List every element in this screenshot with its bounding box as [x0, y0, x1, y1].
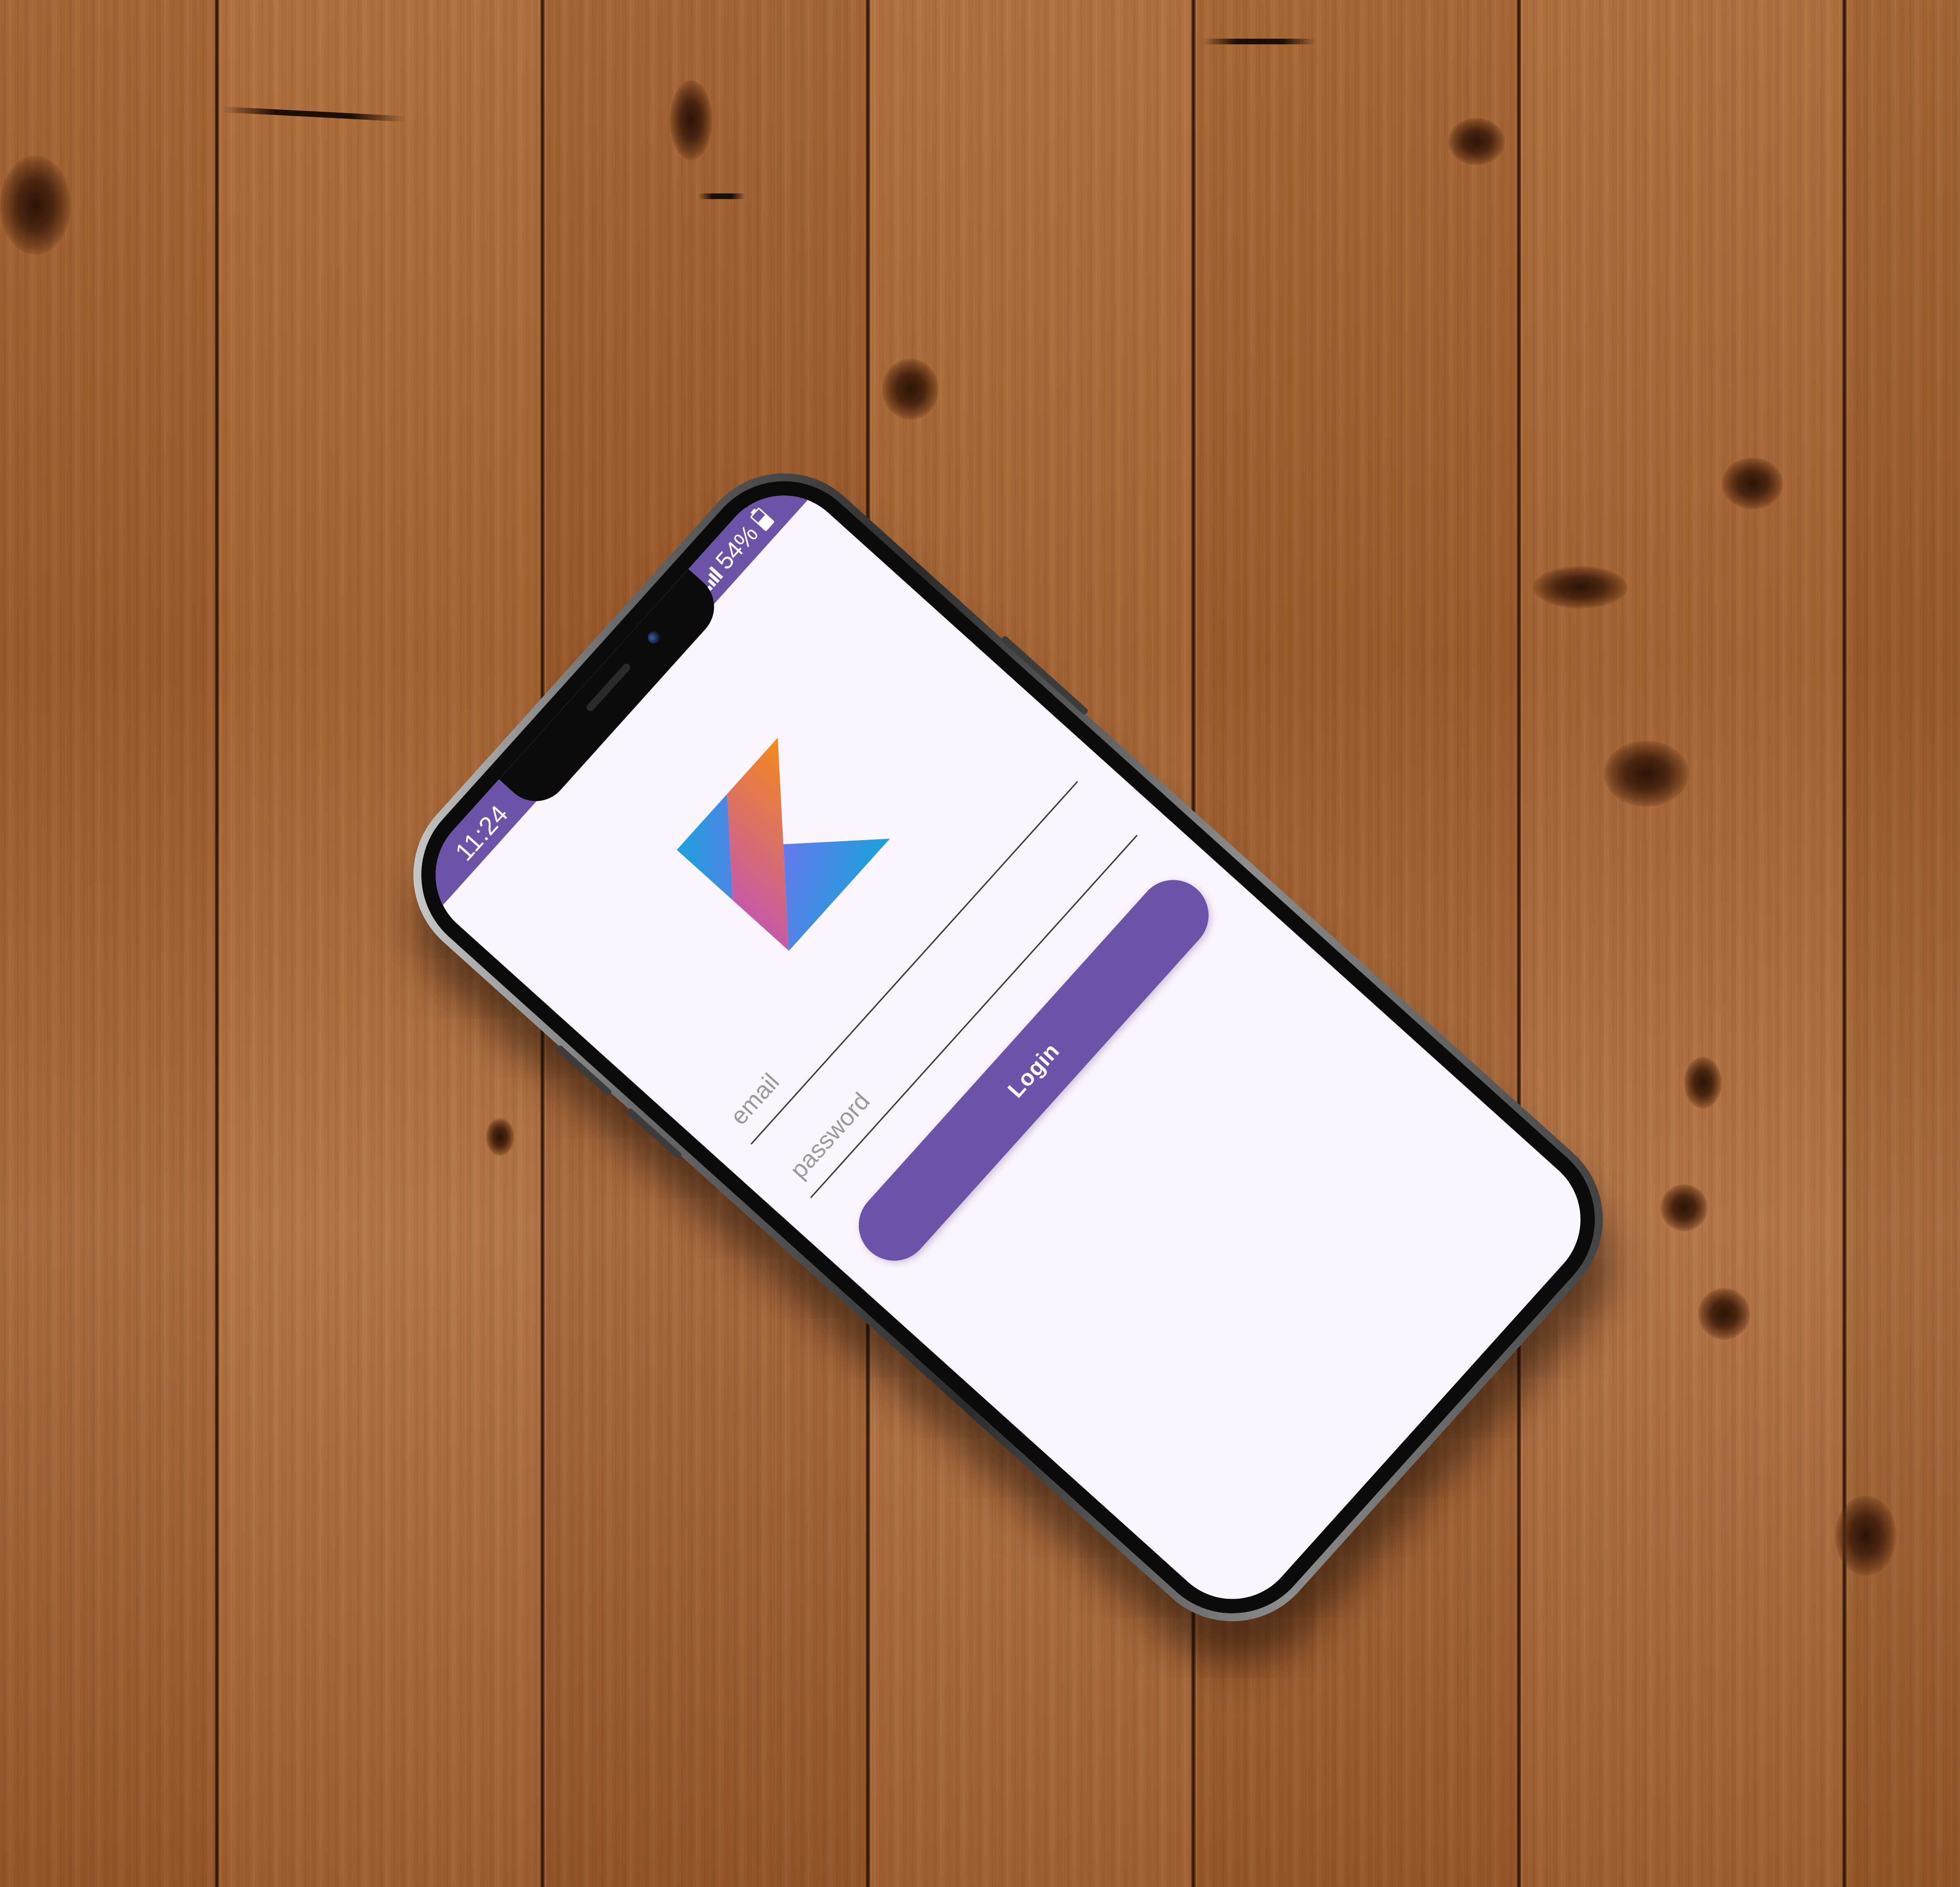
- wood-crack: [698, 193, 745, 199]
- wood-knot: [1660, 1184, 1708, 1231]
- wood-knot: [1604, 741, 1689, 807]
- plank-seam: [1517, 0, 1521, 1887]
- wood-knot: [670, 80, 712, 160]
- wood-knot: [486, 1118, 514, 1156]
- wood-knot: [1533, 566, 1627, 609]
- battery-level-fill: [758, 515, 773, 530]
- plank-seam: [215, 0, 219, 1887]
- wood-knot: [1448, 118, 1505, 165]
- wood-plank: [1519, 0, 1844, 1887]
- front-camera-icon: [645, 629, 663, 646]
- wood-knot: [882, 359, 939, 420]
- wood-knot: [0, 156, 71, 255]
- wood-knot: [1835, 1495, 1896, 1576]
- wood-plank: [0, 0, 217, 1887]
- kotlin-logo-icon: [676, 737, 890, 951]
- wood-knot: [1684, 1057, 1722, 1109]
- wood-crack: [1203, 39, 1316, 44]
- wood-knot: [1698, 1288, 1750, 1340]
- wood-plank: [1844, 0, 1960, 1887]
- plank-seam: [1842, 0, 1847, 1887]
- battery-icon: [750, 507, 775, 532]
- wood-knot: [1722, 458, 1783, 509]
